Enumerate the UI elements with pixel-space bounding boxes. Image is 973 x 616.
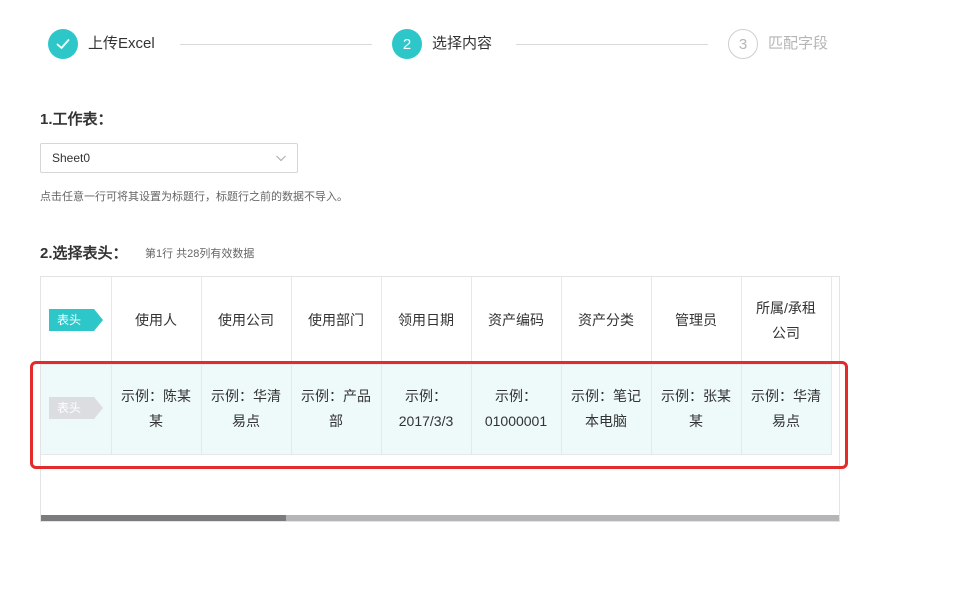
header-tag-active[interactable]: 表头 [49, 309, 103, 331]
step-1-check-icon [48, 29, 78, 59]
table-cell[interactable]: 资产编码 [471, 277, 561, 364]
scrollbar-thumb[interactable] [41, 515, 286, 521]
table-cell[interactable]: 使用部门 [291, 277, 381, 364]
highlight-annotation-box [30, 361, 848, 469]
step-2-label: 选择内容 [432, 35, 493, 52]
table-cell[interactable]: 领用日期 [381, 277, 471, 364]
table-cell[interactable]: 使用公司 [201, 277, 291, 364]
table-cell[interactable]: 资产分类 [561, 277, 651, 364]
step-2-number: 2 [392, 29, 422, 59]
worksheet-title: 1.工作表： [40, 111, 113, 128]
table-cell[interactable]: 管理员 [651, 277, 741, 364]
worksheet-select[interactable]: Sheet0 [40, 143, 298, 173]
table-cell[interactable]: 所属/承租公司 [751, 277, 821, 364]
step-3-label: 匹配字段 [768, 35, 829, 52]
worksheet-select-value: Sheet0 [52, 151, 91, 165]
steps-bar: 上传Excel 2 选择内容 3 匹配字段 [0, 0, 973, 90]
step-connector [180, 44, 372, 45]
step-1-label: 上传Excel [88, 35, 155, 52]
header-select-info: 第1行 共28列有效数据 [145, 248, 255, 260]
header-select-title: 2.选择表头： [40, 245, 128, 262]
table-cell[interactable]: 使用人 [111, 277, 201, 364]
worksheet-hint: 点击任意一行可将其设置为标题行，标题行之前的数据不导入。 [40, 191, 348, 203]
step-3-number: 3 [728, 29, 758, 59]
chevron-down-icon [276, 155, 286, 162]
step-connector [516, 44, 708, 45]
